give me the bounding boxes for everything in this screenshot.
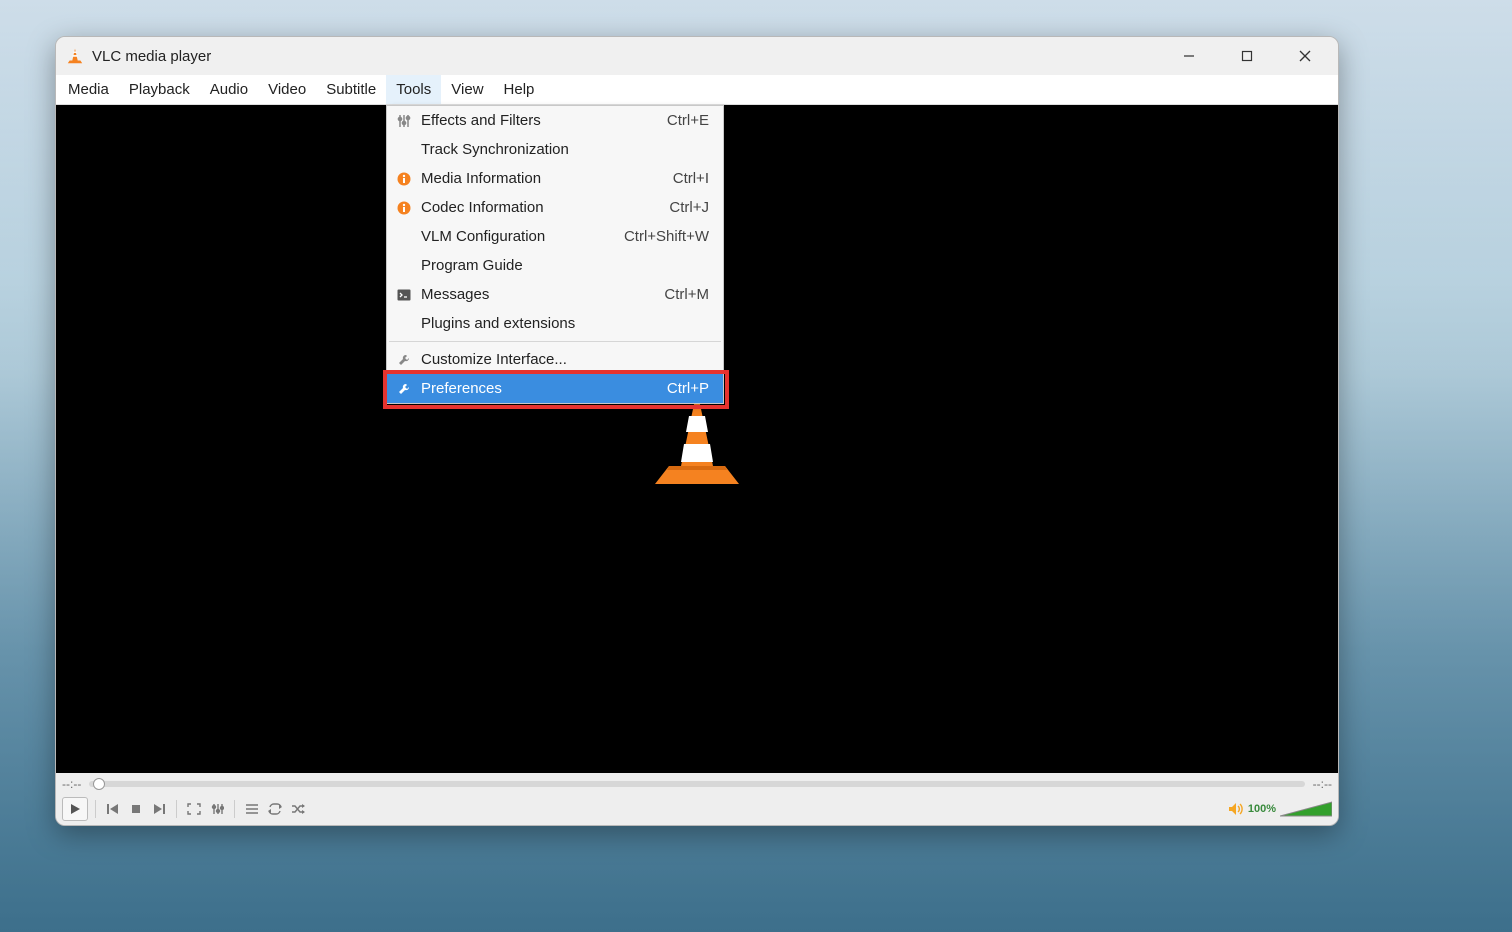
menu-item-label: Effects and Filters <box>421 112 643 129</box>
menu-item-codec-information[interactable]: Codec Information Ctrl+J <box>387 193 723 222</box>
menu-audio[interactable]: Audio <box>200 75 258 104</box>
wrench-icon <box>393 382 415 396</box>
menu-item-shortcut: Ctrl+Shift+W <box>624 228 709 245</box>
extended-settings-button[interactable] <box>207 799 227 819</box>
menu-item-label: Track Synchronization <box>421 141 685 158</box>
menu-item-shortcut: Ctrl+J <box>669 199 709 216</box>
vlc-window: VLC media player MediaPlaybackAudioVideo… <box>55 36 1339 826</box>
menu-item-shortcut: Ctrl+M <box>664 286 709 303</box>
menu-item-effects-and-filters[interactable]: Effects and Filters Ctrl+E <box>387 106 723 135</box>
tools-menu-dropdown: Effects and Filters Ctrl+E Track Synchroni… <box>386 105 724 404</box>
elapsed-time: --:-- <box>62 777 81 791</box>
total-time: --:-- <box>1313 777 1332 791</box>
menu-item-label: Plugins and extensions <box>421 315 685 332</box>
loop-button[interactable] <box>265 799 285 819</box>
menu-item-shortcut: Ctrl+E <box>667 112 709 129</box>
menu-item-vlm-configuration[interactable]: VLM Configuration Ctrl+Shift+W <box>387 222 723 251</box>
menu-item-track-synchronization[interactable]: Track Synchronization <box>387 135 723 164</box>
menu-item-label: Codec Information <box>421 199 645 216</box>
menu-item-program-guide[interactable]: Program Guide <box>387 251 723 280</box>
menu-item-label: VLM Configuration <box>421 228 600 245</box>
menu-separator <box>389 341 721 342</box>
menu-item-label: Customize Interface... <box>421 351 685 368</box>
info-icon <box>393 172 415 186</box>
menu-item-preferences[interactable]: Preferences Ctrl+P <box>387 374 723 403</box>
menu-item-media-information[interactable]: Media Information Ctrl+I <box>387 164 723 193</box>
menu-help[interactable]: Help <box>494 75 545 104</box>
speaker-icon[interactable] <box>1228 802 1244 816</box>
menu-playback[interactable]: Playback <box>119 75 200 104</box>
menu-item-shortcut: Ctrl+P <box>667 380 709 397</box>
menu-tools[interactable]: Tools <box>386 75 441 104</box>
seek-thumb[interactable] <box>93 778 105 790</box>
menu-item-label: Messages <box>421 286 640 303</box>
menu-item-label: Media Information <box>421 170 649 187</box>
terminal-icon <box>393 289 415 301</box>
menu-item-customize-interface[interactable]: Customize Interface... <box>387 345 723 374</box>
volume-area: 100% <box>1228 800 1332 818</box>
maximize-button[interactable] <box>1218 37 1276 75</box>
separator <box>176 800 177 818</box>
window-title: VLC media player <box>92 48 211 65</box>
menu-view[interactable]: View <box>441 75 493 104</box>
fullscreen-button[interactable] <box>184 799 204 819</box>
play-button[interactable] <box>62 797 88 821</box>
separator <box>95 800 96 818</box>
stop-button[interactable] <box>126 799 146 819</box>
info-icon <box>393 201 415 215</box>
menu-item-plugins-and-extensions[interactable]: Plugins and extensions <box>387 309 723 338</box>
sliders-icon <box>393 114 415 128</box>
minimize-button[interactable] <box>1160 37 1218 75</box>
close-button[interactable] <box>1276 37 1334 75</box>
menu-subtitle[interactable]: Subtitle <box>316 75 386 104</box>
previous-button[interactable] <box>103 799 123 819</box>
menu-video[interactable]: Video <box>258 75 316 104</box>
menu-item-messages[interactable]: Messages Ctrl+M <box>387 280 723 309</box>
menu-media[interactable]: Media <box>58 75 119 104</box>
next-button[interactable] <box>149 799 169 819</box>
volume-percent: 100% <box>1248 803 1276 815</box>
menu-item-label: Preferences <box>421 380 643 397</box>
menubar: MediaPlaybackAudioVideoSubtitleToolsView… <box>56 75 1338 105</box>
titlebar: VLC media player <box>56 37 1338 75</box>
window-controls <box>1160 37 1334 75</box>
shuffle-button[interactable] <box>288 799 308 819</box>
playlist-button[interactable] <box>242 799 262 819</box>
seek-bar-row: --:-- --:-- <box>56 773 1338 795</box>
wrench-icon <box>393 353 415 367</box>
menu-item-label: Program Guide <box>421 257 685 274</box>
vlc-cone-icon <box>66 47 84 65</box>
volume-slider[interactable] <box>1280 800 1332 818</box>
menu-item-shortcut: Ctrl+I <box>673 170 709 187</box>
playback-controls: 100% <box>56 795 1338 825</box>
seek-slider[interactable] <box>89 781 1304 787</box>
separator <box>234 800 235 818</box>
